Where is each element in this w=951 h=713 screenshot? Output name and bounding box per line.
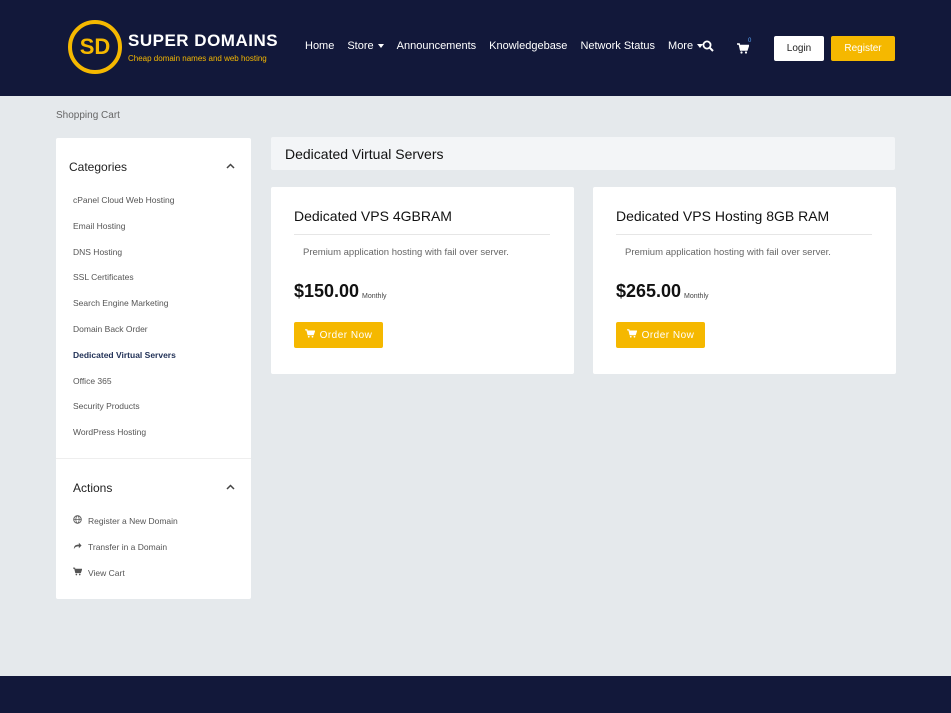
order-now-button[interactable]: Order Now [294,322,383,348]
cart-icon[interactable] [737,42,750,57]
share-icon [73,541,83,552]
nav-network-status[interactable]: Network Status [580,40,655,52]
action-transfer-domain[interactable]: Transfer in a Domain [73,541,167,552]
login-button[interactable]: Login [774,36,824,61]
sidebar-item-cpanel-cloud-web-hosting[interactable]: cPanel Cloud Web Hosting [73,195,174,205]
sidebar-item-office-365[interactable]: Office 365 [73,376,112,386]
order-now-button[interactable]: Order Now [616,322,705,348]
sidebar-item-security-products[interactable]: Security Products [73,401,140,411]
product-price: $265.00 [616,281,682,301]
sidebar-item-email-hosting[interactable]: Email Hosting [73,221,125,231]
actions-heading[interactable]: Actions [73,481,112,495]
globe-icon [73,515,83,526]
cart-icon [626,329,637,341]
product-name: Dedicated VPS Hosting 8GB RAM [616,208,830,224]
cart-count-badge: 0 [748,38,752,44]
order-now-label: Order Now [319,329,373,341]
sidebar-item-dns-hosting[interactable]: DNS Hosting [73,247,122,257]
page-title: Dedicated Virtual Servers [285,146,444,162]
chevron-down-icon [377,44,384,49]
sidebar-item-search-engine-marketing[interactable]: Search Engine Marketing [73,298,168,308]
cart-icon [73,567,83,578]
action-label: Register a New Domain [88,515,178,526]
chevron-up-icon[interactable] [226,482,235,492]
sidebar-divider [56,458,251,459]
sidebar-item-dedicated-virtual-servers[interactable]: Dedicated Virtual Servers [73,350,176,360]
nav-knowledgebase[interactable]: Knowledgebase [489,40,567,52]
logo-mark-icon: SD [68,20,122,74]
product-card: Dedicated VPS 4GBRAM Premium application… [271,187,574,374]
nav-home[interactable]: Home [305,40,334,52]
action-view-cart[interactable]: View Cart [73,567,125,578]
sidebar-item-domain-back-order[interactable]: Domain Back Order [73,324,148,334]
order-now-label: Order Now [641,329,695,341]
nav-more[interactable]: More [668,40,704,52]
register-button[interactable]: Register [831,36,895,61]
search-icon[interactable] [702,40,714,55]
breadcrumb[interactable]: Shopping Cart [56,110,120,121]
product-description: Premium application hosting with fail ov… [303,247,509,258]
brand-name: SUPER DOMAINS [128,31,279,50]
page-title-bar: Dedicated Virtual Servers [271,137,895,170]
action-label: View Cart [88,567,125,578]
product-description: Premium application hosting with fail ov… [625,247,831,258]
site-header: SD SUPER DOMAINS Cheap domain names and … [0,0,951,96]
sidebar-item-wordpress-hosting[interactable]: WordPress Hosting [73,427,146,437]
billing-cycle: Monthly [684,293,709,300]
product-card: Dedicated VPS Hosting 8GB RAM Premium ap… [593,187,896,374]
chevron-up-icon[interactable] [226,161,235,171]
brand-logo[interactable]: SD SUPER DOMAINS Cheap domain names and … [68,20,278,74]
product-price: $150.00 [294,281,360,301]
card-divider [616,234,872,235]
sidebar-item-ssl-certificates[interactable]: SSL Certificates [73,272,134,282]
main-nav: Home Store Announcements Knowledgebase N… [305,40,704,52]
card-divider [294,234,550,235]
brand-tagline: Cheap domain names and web hosting [128,54,267,63]
sidebar: Categories cPanel Cloud Web Hosting Emai… [56,138,251,599]
nav-announcements[interactable]: Announcements [397,40,477,52]
product-name: Dedicated VPS 4GBRAM [294,208,452,224]
action-label: Transfer in a Domain [88,541,168,552]
billing-cycle: Monthly [362,293,387,300]
cart-icon [304,329,315,341]
nav-store[interactable]: Store [347,40,384,52]
action-register-domain[interactable]: Register a New Domain [73,515,178,526]
site-footer [0,676,951,713]
categories-heading[interactable]: Categories [69,160,127,174]
